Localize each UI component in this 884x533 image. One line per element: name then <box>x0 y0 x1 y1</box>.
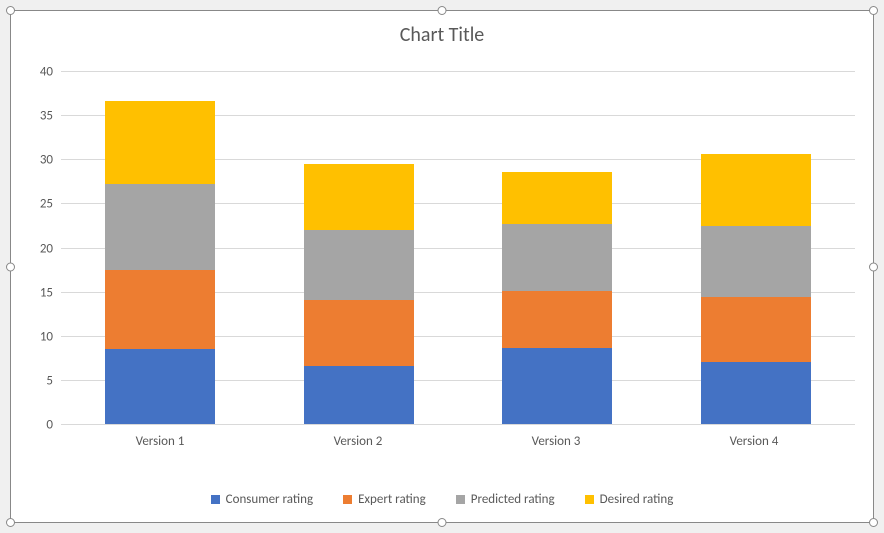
bar-segment[interactable] <box>502 291 612 348</box>
legend-item[interactable]: Consumer rating <box>211 492 313 507</box>
bar-segment[interactable] <box>701 362 811 424</box>
y-tick-label: 0 <box>21 418 61 433</box>
resize-handle-top-left[interactable] <box>6 6 15 15</box>
x-tick-label: Version 4 <box>699 424 809 454</box>
bar-segment[interactable] <box>105 270 215 349</box>
resize-handle-bottom-left[interactable] <box>6 518 15 527</box>
y-tick-label: 10 <box>21 329 61 344</box>
resize-handle-left[interactable] <box>6 262 15 271</box>
chart-title[interactable]: Chart Title <box>11 11 873 55</box>
resize-handle-top[interactable] <box>438 6 447 15</box>
legend[interactable]: Consumer rating Expert rating Predicted ra… <box>11 492 873 507</box>
resize-handle-bottom[interactable] <box>438 518 447 527</box>
chart-container[interactable]: Chart Title 0510152025303540 Version 1Ve… <box>10 10 874 523</box>
legend-swatch <box>343 495 352 504</box>
bar-segment[interactable] <box>701 297 811 362</box>
y-tick-label: 25 <box>21 197 61 212</box>
y-tick-label: 15 <box>21 285 61 300</box>
plot-area[interactable]: 0510152025303540 <box>61 71 855 424</box>
bar-segment[interactable] <box>105 101 215 184</box>
bar-segment[interactable] <box>304 230 414 301</box>
bar-group[interactable] <box>701 154 811 424</box>
resize-handle-bottom-right[interactable] <box>869 518 878 527</box>
y-tick-label: 5 <box>21 373 61 388</box>
y-tick-label: 30 <box>21 153 61 168</box>
bar-segment[interactable] <box>701 154 811 226</box>
y-tick-label: 20 <box>21 241 61 256</box>
bars-container <box>61 71 855 424</box>
legend-item[interactable]: Expert rating <box>343 492 426 507</box>
legend-swatch <box>456 495 465 504</box>
bar-group[interactable] <box>105 101 215 424</box>
resize-handle-top-right[interactable] <box>869 6 878 15</box>
legend-item[interactable]: Desired rating <box>585 492 674 507</box>
bar-segment[interactable] <box>304 300 414 365</box>
bar-segment[interactable] <box>304 366 414 424</box>
bar-segment[interactable] <box>304 164 414 230</box>
bar-group[interactable] <box>502 172 612 424</box>
bar-segment[interactable] <box>701 226 811 297</box>
bar-segment[interactable] <box>105 184 215 270</box>
bar-segment[interactable] <box>502 172 612 224</box>
x-tick-label: Version 1 <box>105 424 215 454</box>
bar-segment[interactable] <box>502 348 612 424</box>
legend-swatch <box>585 495 594 504</box>
bar-segment[interactable] <box>502 224 612 291</box>
resize-handle-right[interactable] <box>869 262 878 271</box>
legend-label: Predicted rating <box>471 492 555 507</box>
legend-label: Consumer rating <box>226 492 313 507</box>
legend-swatch <box>211 495 220 504</box>
bar-group[interactable] <box>304 164 414 424</box>
y-tick-label: 40 <box>21 65 61 80</box>
x-axis: Version 1 Version 2 Version 3 Version 4 <box>61 424 853 454</box>
legend-label: Expert rating <box>358 492 426 507</box>
x-tick-label: Version 2 <box>303 424 413 454</box>
legend-item[interactable]: Predicted rating <box>456 492 555 507</box>
y-tick-label: 35 <box>21 109 61 124</box>
x-tick-label: Version 3 <box>501 424 611 454</box>
bar-segment[interactable] <box>105 349 215 424</box>
legend-label: Desired rating <box>600 492 674 507</box>
